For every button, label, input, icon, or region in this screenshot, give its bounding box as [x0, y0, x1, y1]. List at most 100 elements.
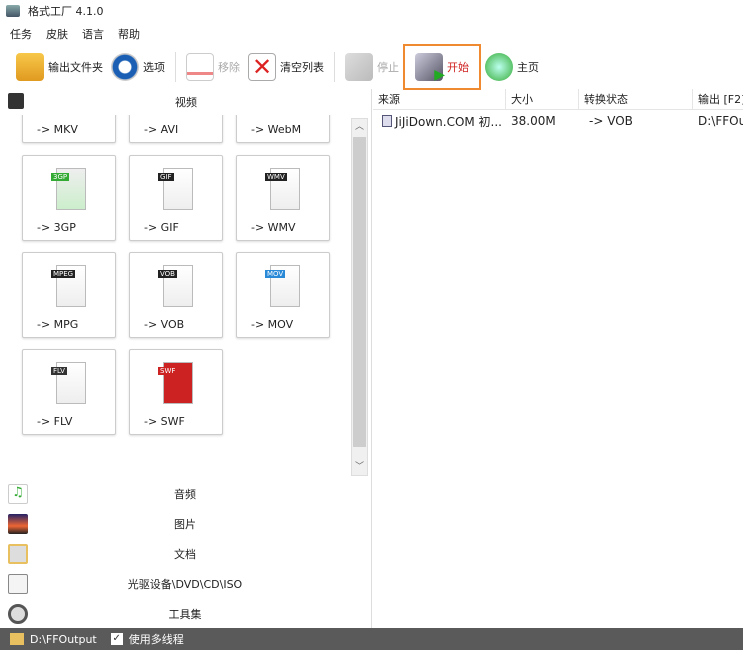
format-tag: MOV — [265, 270, 286, 278]
toolbar: 输出文件夹 选项 移除 ✕ 清空列表 停止 ▶ 开始 主页 — [0, 44, 743, 90]
folder-icon — [16, 53, 44, 81]
multithread-checkbox[interactable]: ✓ — [110, 633, 123, 645]
format-label: -> SWF — [144, 415, 185, 428]
label: 停止 — [377, 61, 399, 74]
left-panel: 视频 -> MKV -> AVI -> WebM 3GP -> 3GP GIF -> GIF… — [0, 89, 372, 628]
label: 开始 — [447, 61, 469, 74]
format-tag: VOB — [158, 270, 177, 278]
file-icon — [382, 115, 392, 127]
music-icon: ♫ — [8, 484, 28, 504]
multithread-label: 使用多线程 — [128, 633, 184, 646]
video-category-header[interactable]: 视频 — [0, 89, 372, 115]
status-bar: D:\FFOutput ✓ 使用多线程 — [0, 628, 743, 650]
format-file-icon: MOV — [265, 265, 300, 307]
video-header-label: 视频 — [175, 96, 197, 109]
output-folder-button[interactable]: 输出文件夹 — [12, 47, 107, 87]
format-label: -> WebM — [251, 123, 302, 136]
cell-source: JiJiDown.COM 初... — [377, 111, 507, 131]
source-text: JiJiDown.COM 初... — [395, 114, 502, 129]
format-label: -> MPG — [37, 318, 79, 331]
category-audio[interactable]: ♫ 音频 — [0, 479, 370, 509]
format-tag: FLV — [51, 367, 67, 375]
label: 主页 — [517, 61, 539, 74]
format-label: -> AVI — [144, 123, 179, 136]
format-label: -> GIF — [144, 221, 179, 234]
clear-list-button[interactable]: ✕ 清空列表 — [244, 47, 328, 87]
divider — [334, 52, 335, 82]
scroll-up-icon[interactable]: ︿ — [352, 119, 367, 135]
format-tile[interactable]: VOB -> VOB — [129, 252, 223, 338]
format-tag: SWF — [158, 367, 178, 375]
category-image[interactable]: 图片 — [0, 509, 370, 539]
clear-icon: ✕ — [248, 53, 276, 81]
scroll-thumb[interactable] — [353, 137, 366, 447]
remove-button[interactable]: 移除 — [182, 47, 244, 87]
cell-size: 38.00M — [511, 114, 556, 128]
start-button[interactable]: ▶ 开始 — [403, 44, 481, 90]
output-path[interactable]: D:\FFOutput — [30, 633, 97, 646]
label: 选项 — [143, 61, 165, 74]
format-tag: MPEG — [51, 270, 76, 278]
label: 音频 — [174, 488, 196, 501]
scroll-down-icon[interactable]: ﹀ — [352, 459, 367, 475]
menu-help[interactable]: 帮助 — [118, 26, 140, 42]
format-tile[interactable]: SWF -> SWF — [129, 349, 223, 435]
label: 工具集 — [168, 608, 202, 621]
column-status[interactable]: 转换状态 — [579, 89, 693, 110]
menu-skin[interactable]: 皮肤 — [46, 26, 68, 42]
menu-language[interactable]: 语言 — [82, 26, 104, 42]
cell-output: D:\FFOu — [698, 114, 743, 128]
cell-status: -> VOB — [589, 114, 633, 128]
format-tile[interactable]: MPEG -> MPG — [22, 252, 116, 338]
start-icon: ▶ — [415, 53, 445, 83]
format-file-icon: MPEG — [51, 265, 86, 307]
task-list: 来源 大小 转换状态 输出 [F2] JiJiDown.COM 初... 38.… — [373, 89, 743, 628]
format-tile[interactable]: 3GP -> 3GP — [22, 155, 116, 241]
format-tile[interactable]: -> AVI — [129, 115, 223, 143]
format-tile[interactable]: -> MKV — [22, 115, 116, 143]
home-button[interactable]: 主页 — [481, 47, 543, 87]
document-icon — [8, 544, 28, 564]
category-document[interactable]: 文档 — [0, 539, 370, 569]
globe-icon — [485, 53, 513, 81]
format-file-icon: FLV — [51, 362, 86, 404]
scrollbar[interactable]: ︿ ﹀ — [351, 118, 368, 476]
menu-task[interactable]: 任务 — [10, 26, 32, 42]
format-tile[interactable]: WMV -> WMV — [236, 155, 330, 241]
column-output[interactable]: 输出 [F2] — [693, 89, 743, 110]
options-button[interactable]: 选项 — [107, 47, 169, 87]
format-label: -> VOB — [144, 318, 185, 331]
format-tag: GIF — [158, 173, 174, 181]
format-label: -> WMV — [251, 221, 296, 234]
format-label: -> FLV — [37, 415, 73, 428]
format-label: -> MOV — [251, 318, 294, 331]
format-tag: 3GP — [51, 173, 70, 181]
drive-icon — [8, 574, 28, 594]
folder-icon[interactable] — [10, 633, 24, 645]
label: 文档 — [174, 548, 196, 561]
format-file-icon: GIF — [158, 168, 193, 210]
format-tile[interactable]: -> WebM — [236, 115, 330, 143]
format-tag: WMV — [265, 173, 287, 181]
format-tile[interactable]: FLV -> FLV — [22, 349, 116, 435]
stop-icon — [345, 53, 373, 81]
column-size[interactable]: 大小 — [506, 89, 579, 110]
category-tools[interactable]: 工具集 — [0, 599, 370, 629]
app-icon — [6, 5, 20, 17]
window-title: 格式工厂 4.1.0 — [28, 5, 104, 18]
format-label: -> MKV — [37, 123, 78, 136]
label: 移除 — [218, 61, 240, 74]
category-optical-drive[interactable]: 光驱设备\DVD\CD\ISO — [0, 569, 370, 599]
column-source[interactable]: 来源 — [373, 89, 506, 110]
divider — [175, 52, 176, 82]
label: 光驱设备\DVD\CD\ISO — [127, 578, 243, 591]
format-tile[interactable]: GIF -> GIF — [129, 155, 223, 241]
clapper-icon — [8, 93, 24, 109]
label: 清空列表 — [280, 61, 324, 74]
label: 输出文件夹 — [48, 61, 103, 74]
title-bar: 格式工厂 4.1.0 — [0, 0, 743, 22]
stop-button[interactable]: 停止 — [341, 47, 403, 87]
format-tile[interactable]: MOV -> MOV — [236, 252, 330, 338]
label: 图片 — [174, 518, 196, 531]
format-grid: -> MKV -> AVI -> WebM 3GP -> 3GP GIF -> GIF WMV… — [0, 115, 350, 475]
